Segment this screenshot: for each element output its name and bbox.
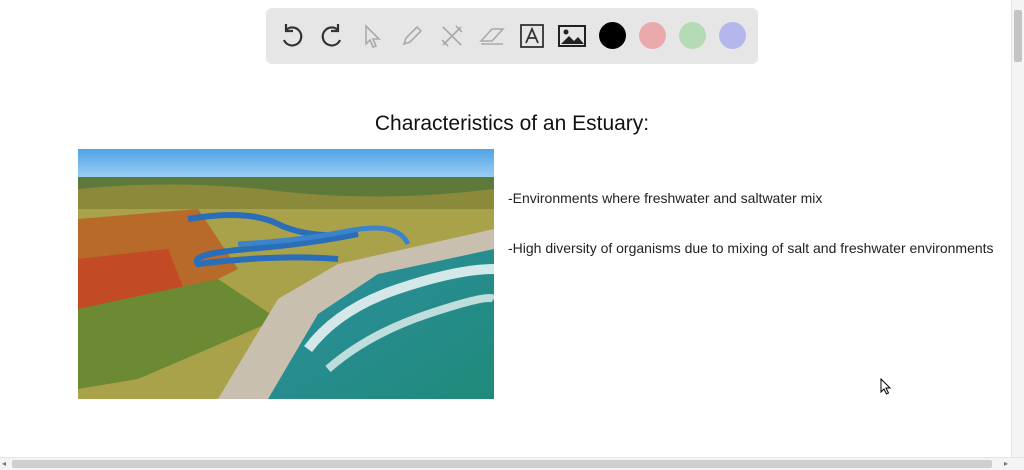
slide-title: Characteristics of an Estuary: [374, 112, 650, 135]
image-icon[interactable] [554, 18, 590, 54]
bullet-point-1: -Environments where freshwater and saltw… [508, 190, 823, 206]
scroll-left-arrow-icon[interactable]: ◂ [2, 460, 6, 468]
horizontal-scrollbar-thumb[interactable] [12, 460, 992, 468]
vertical-scrollbar[interactable] [1011, 0, 1024, 458]
text-icon[interactable] [514, 18, 550, 54]
eraser-icon[interactable] [474, 18, 510, 54]
green-color-swatch[interactable] [679, 22, 706, 49]
estuary-photo [78, 149, 494, 399]
redo-icon[interactable] [314, 18, 350, 54]
bullet-point-2: -High diversity of organisms due to mixi… [508, 240, 994, 256]
pen-icon[interactable] [394, 18, 430, 54]
horizontal-scrollbar[interactable]: ◂ ▸ [0, 457, 1024, 470]
tools-icon[interactable] [434, 18, 470, 54]
vertical-scrollbar-thumb[interactable] [1014, 10, 1022, 62]
pink-color-swatch[interactable] [639, 22, 666, 49]
pointer-icon[interactable] [354, 18, 390, 54]
drawing-toolbar [266, 8, 758, 64]
mouse-cursor-icon [880, 377, 892, 401]
purple-color-swatch[interactable] [719, 22, 746, 49]
scroll-right-arrow-icon[interactable]: ▸ [1004, 460, 1008, 468]
undo-icon[interactable] [274, 18, 310, 54]
black-color-swatch[interactable] [599, 22, 626, 49]
